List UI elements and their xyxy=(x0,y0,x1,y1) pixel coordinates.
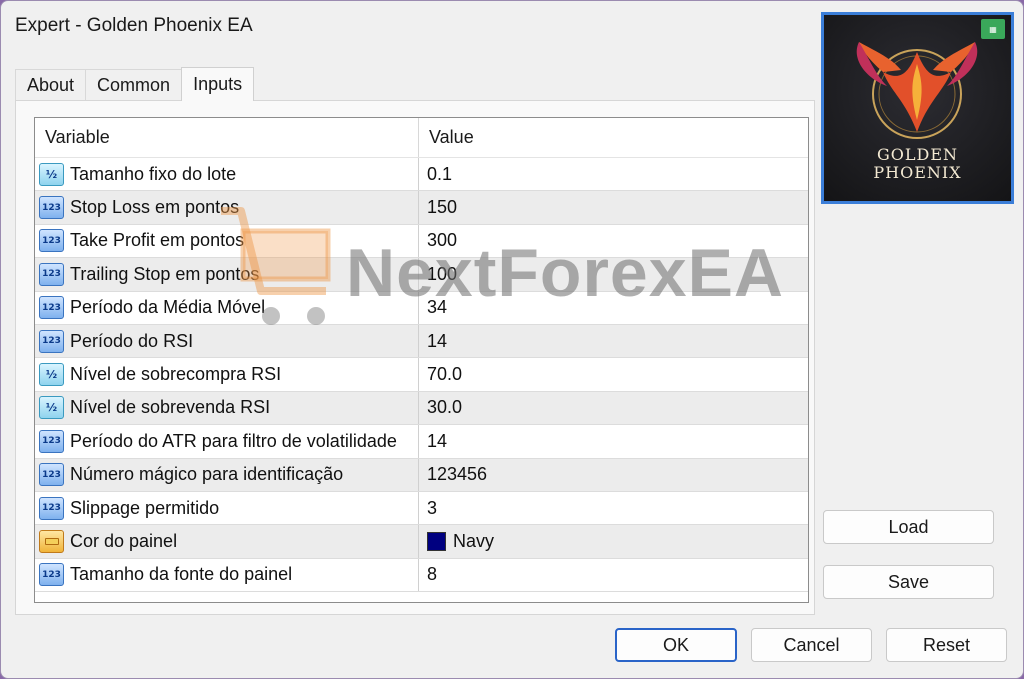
table-row[interactable]: 123 Período do RSI 14 xyxy=(35,324,808,359)
table-row[interactable]: ½ Tamanho fixo do lote 0.1 xyxy=(35,158,808,192)
logo-text-golden: GOLDEN xyxy=(876,145,959,164)
variable-cell: 123 Trailing Stop em pontos xyxy=(35,258,419,291)
value-cell[interactable]: 34 xyxy=(419,292,806,324)
value-text: 30.0 xyxy=(427,397,463,418)
table-row[interactable]: 123 Take Profit em pontos 300 xyxy=(35,224,808,259)
value-cell[interactable]: 150 xyxy=(419,191,806,223)
variable-cell: 123 Slippage permitido xyxy=(35,491,419,525)
integer-type-icon: 123 xyxy=(39,196,64,220)
value-text: 0.1 xyxy=(427,163,453,184)
variable-cell: ½ Nível de sobrecompra RSI xyxy=(35,358,419,391)
variable-cell: ½ Tamanho fixo do lote xyxy=(35,158,419,191)
value-cell[interactable]: 14 xyxy=(419,425,806,457)
value-text: Navy xyxy=(453,530,495,551)
variable-label: Stop Loss em pontos xyxy=(70,197,240,218)
expert-properties-dialog: Expert - Golden Phoenix EA About Common … xyxy=(0,0,1024,679)
table-row[interactable]: 123 Número mágico para identificação 12345… xyxy=(35,458,808,492)
load-button[interactable]: Load xyxy=(823,510,994,544)
variable-label: Take Profit em pontos xyxy=(70,230,245,251)
value-cell[interactable]: 14 xyxy=(419,325,806,357)
integer-type-icon: 123 xyxy=(39,329,64,353)
reset-button[interactable]: Reset xyxy=(886,628,1007,662)
variable-cell: ½ Nível de sobrevenda RSI xyxy=(35,391,419,425)
value-text: 100 xyxy=(427,263,458,284)
integer-type-icon: 123 xyxy=(39,463,64,487)
table-row[interactable]: 123 Slippage permitido 3 xyxy=(35,491,808,526)
table-row[interactable]: 123 Trailing Stop em pontos 100 xyxy=(35,258,808,292)
variable-label: Período da Média Móvel xyxy=(70,297,266,318)
tab-inputs[interactable]: Inputs xyxy=(181,67,255,101)
table-row[interactable]: ½ Nível de sobrevenda RSI 30.0 xyxy=(35,391,808,426)
value-text: 14 xyxy=(427,430,448,451)
window-title: Expert - Golden Phoenix EA xyxy=(15,15,253,36)
logo-text-phoenix: PHOENIX xyxy=(873,163,962,182)
color-swatch xyxy=(427,531,446,551)
variable-label: Número mágico para identificação xyxy=(70,464,344,485)
table-row[interactable]: 123 Período da Média Móvel 34 xyxy=(35,291,808,325)
color-type-icon xyxy=(39,529,64,553)
variable-label: Nível de sobrecompra RSI xyxy=(70,364,282,385)
value-cell[interactable]: 3 xyxy=(419,492,806,524)
double-type-icon: ½ xyxy=(39,396,64,420)
variable-cell: 123 Stop Loss em pontos xyxy=(35,191,419,224)
value-cell[interactable]: 70.0 xyxy=(419,358,806,390)
cancel-button[interactable]: Cancel xyxy=(751,628,872,662)
variable-label: Slippage permitido xyxy=(70,497,220,518)
integer-type-icon: 123 xyxy=(39,296,64,320)
variable-label: Nível de sobrevenda RSI xyxy=(70,397,271,418)
table-body: ½ Tamanho fixo do lote 0.1 123 Stop Loss em … xyxy=(35,158,808,593)
value-text: 34 xyxy=(427,297,448,318)
value-text: 3 xyxy=(427,497,438,518)
value-cell[interactable]: 0.1 xyxy=(419,158,806,190)
tab-bar: About Common Inputs xyxy=(15,67,255,101)
table-row[interactable]: 123 Tamanho da fonte do painel 8 xyxy=(35,558,808,593)
value-cell[interactable]: 30.0 xyxy=(419,392,806,424)
table-row[interactable]: Cor do painel Navy xyxy=(35,525,808,559)
value-text: 8 xyxy=(427,564,438,585)
table-row[interactable]: 123 Período do ATR para filtro de volatil… xyxy=(35,425,808,459)
table-header: Variable Value xyxy=(35,118,808,158)
table-row[interactable]: 123 Stop Loss em pontos 150 xyxy=(35,191,808,225)
variable-cell: 123 Take Profit em pontos xyxy=(35,224,419,258)
integer-type-icon: 123 xyxy=(39,229,64,253)
variable-label: Período do ATR para filtro de volatilida… xyxy=(70,430,397,451)
table-row[interactable]: ½ Nível de sobrecompra RSI 70.0 xyxy=(35,358,808,392)
value-text: 123456 xyxy=(427,464,488,485)
variable-cell: Cor do painel xyxy=(35,525,419,558)
variable-label: Período do RSI xyxy=(70,330,194,351)
value-text: 150 xyxy=(427,197,458,218)
column-header-value[interactable]: Value xyxy=(419,118,806,157)
ok-button[interactable]: OK xyxy=(615,628,737,662)
value-cell[interactable]: 8 xyxy=(419,559,806,591)
variable-cell: 123 Tamanho da fonte do painel xyxy=(35,558,419,592)
variable-cell: 123 Período do ATR para filtro de volatil… xyxy=(35,425,419,458)
variable-cell: 123 Período da Média Móvel xyxy=(35,291,419,324)
value-cell[interactable]: 300 xyxy=(419,225,806,257)
variable-label: Tamanho da fonte do painel xyxy=(70,564,293,585)
variable-cell: 123 Período do RSI xyxy=(35,324,419,358)
value-text: 70.0 xyxy=(427,364,463,385)
tab-about[interactable]: About xyxy=(15,69,87,101)
integer-type-icon: 123 xyxy=(39,262,64,286)
value-cell[interactable]: 123456 xyxy=(419,459,806,491)
integer-type-icon: 123 xyxy=(39,429,64,453)
tab-common[interactable]: Common xyxy=(85,69,183,101)
variable-label: Trailing Stop em pontos xyxy=(70,263,260,284)
golden-phoenix-logo: ▦ GOLDEN PHOENIX xyxy=(821,12,1014,204)
variable-label: Tamanho fixo do lote xyxy=(70,163,237,184)
double-type-icon: ½ xyxy=(39,162,64,186)
column-header-variable[interactable]: Variable xyxy=(35,118,419,157)
variable-cell: 123 Número mágico para identificação xyxy=(35,458,419,491)
inputs-table: Variable Value ½ Tamanho fixo do lote 0.1 1… xyxy=(34,117,809,603)
integer-type-icon: 123 xyxy=(39,496,64,520)
integer-type-icon: 123 xyxy=(39,563,64,587)
value-text: 14 xyxy=(427,330,448,351)
value-cell[interactable]: 100 xyxy=(419,258,806,290)
save-button[interactable]: Save xyxy=(823,565,994,599)
value-text: 300 xyxy=(427,230,458,251)
variable-label: Cor do painel xyxy=(70,530,178,551)
value-cell[interactable]: Navy xyxy=(419,525,806,557)
double-type-icon: ½ xyxy=(39,363,64,387)
